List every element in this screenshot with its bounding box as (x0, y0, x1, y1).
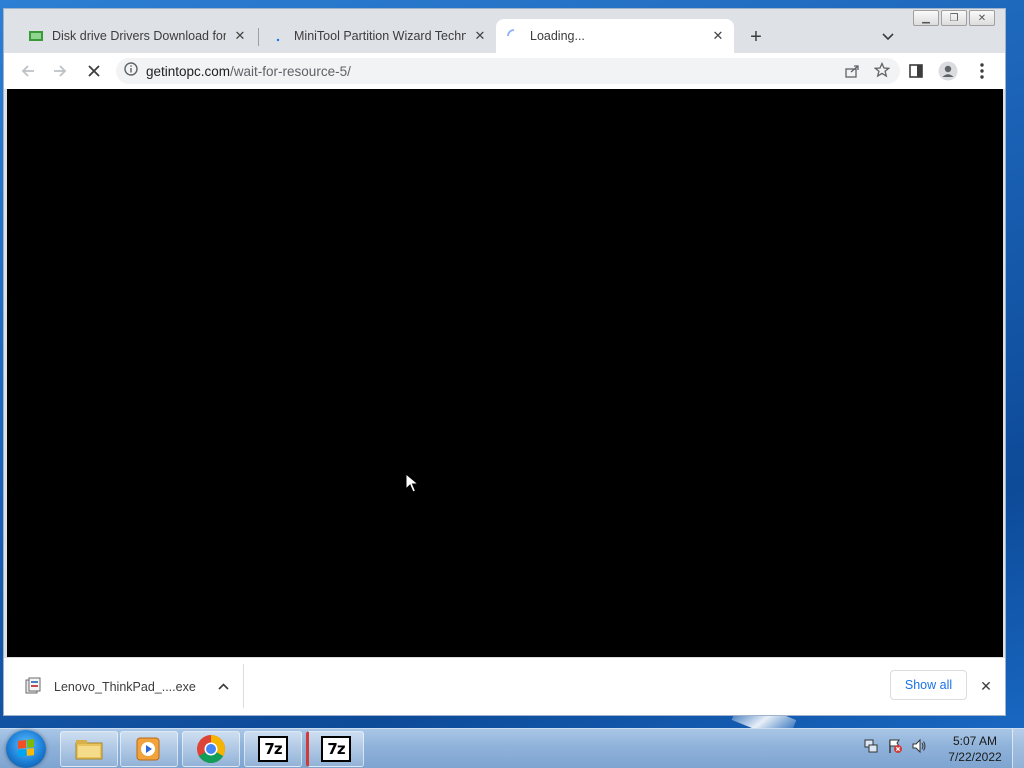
tab-close-icon[interactable]: ✕ (232, 28, 248, 44)
tab-search-icon[interactable] (876, 25, 900, 49)
taskbar-7zip-1[interactable]: 7z (244, 731, 302, 767)
action-center-flag-icon[interactable] (886, 737, 904, 755)
browser-window: ▁ ❐ ✕ Disk drive Drivers Download for W … (3, 8, 1006, 716)
taskbar-7zip-2[interactable]: 7z (306, 731, 364, 767)
show-all-button[interactable]: Show all (890, 670, 967, 700)
chevron-up-icon[interactable] (218, 681, 229, 693)
menu-kebab-icon[interactable] (968, 57, 996, 85)
tab-title: Disk drive Drivers Download for W (52, 29, 226, 43)
minitool-icon (270, 28, 286, 44)
tab-separator (258, 28, 259, 46)
bookmark-star-icon[interactable] (873, 61, 891, 83)
tab-close-icon[interactable]: ✕ (472, 28, 488, 44)
site-info-icon[interactable] (124, 61, 138, 81)
tab-disk-drive-drivers[interactable]: Disk drive Drivers Download for W ✕ (18, 19, 256, 53)
tab-strip: Disk drive Drivers Download for W ✕ Mini… (4, 19, 1005, 53)
media-player-icon (136, 737, 160, 761)
volume-icon[interactable] (910, 737, 928, 755)
new-tab-button[interactable]: + (744, 25, 768, 49)
windows-logo-icon (18, 739, 34, 757)
url-path: /wait-for-resource-5/ (230, 63, 351, 79)
browser-toolbar: getintopc.com/wait-for-resource-5/ (4, 53, 1005, 89)
taskbar-clock[interactable]: 5:07 AM 7/22/2022 (938, 733, 1012, 765)
taskbar: 7z 7z 5:07 AM 7/22/2022 (0, 728, 1024, 768)
back-arrow-icon[interactable] (14, 57, 42, 85)
7zip-icon: 7z (258, 736, 288, 762)
share-icon[interactable] (844, 63, 860, 84)
url-text: getintopc.com/wait-for-resource-5/ (146, 64, 351, 79)
tab-loading[interactable]: Loading... ✕ (496, 19, 734, 53)
profile-avatar-icon[interactable] (934, 57, 962, 85)
tab-minitool[interactable]: MiniTool Partition Wizard Technic ✕ (260, 19, 496, 53)
loading-spinner-icon (506, 28, 522, 44)
tab-close-icon[interactable]: ✕ (710, 28, 726, 44)
address-bar[interactable]: getintopc.com/wait-for-resource-5/ (116, 58, 900, 84)
forward-arrow-icon[interactable] (46, 57, 74, 85)
7zip-icon: 7z (321, 736, 351, 762)
driver-site-icon (28, 28, 44, 44)
clock-time: 5:07 AM (952, 734, 998, 748)
side-panel-icon[interactable] (902, 57, 930, 85)
tab-title: MiniTool Partition Wizard Technic (294, 29, 466, 43)
download-shelf: Lenovo_ThinkPad_....exe Show all ✕ (4, 657, 1005, 715)
network-icon[interactable] (862, 737, 880, 755)
url-host: getintopc.com (146, 63, 231, 79)
installer-file-icon (24, 677, 42, 698)
taskbar-explorer[interactable] (60, 731, 118, 767)
mouse-cursor-icon (405, 472, 420, 498)
close-download-shelf-icon[interactable]: ✕ (976, 676, 996, 696)
download-divider (243, 664, 244, 708)
system-tray (862, 737, 928, 755)
download-item[interactable]: Lenovo_ThinkPad_....exe (24, 674, 229, 700)
page-content-area[interactable] (7, 89, 1003, 657)
show-desktop-button[interactable] (1012, 729, 1024, 768)
clock-date: 7/22/2022 (948, 750, 1002, 764)
start-button[interactable] (6, 730, 46, 768)
folder-icon (75, 740, 103, 760)
taskbar-chrome[interactable] (182, 731, 240, 767)
tab-title: Loading... (530, 29, 585, 43)
stop-loading-icon[interactable] (80, 57, 108, 85)
download-filename: Lenovo_ThinkPad_....exe (54, 680, 196, 694)
taskbar-media-player[interactable] (120, 731, 178, 767)
chrome-icon (197, 735, 225, 763)
